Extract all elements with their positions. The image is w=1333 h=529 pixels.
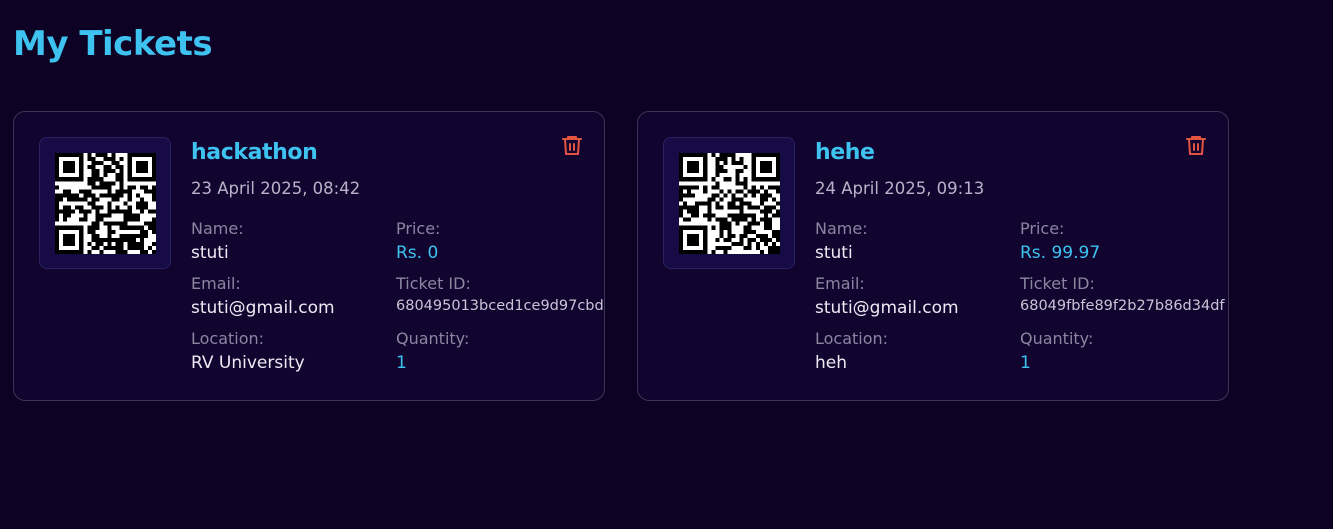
- ticket-id-label: Ticket ID:: [1020, 274, 1095, 293]
- ticket-id-label: Ticket ID:: [396, 274, 471, 293]
- qr-code-icon: [39, 137, 171, 269]
- email-value: stuti@gmail.com: [815, 298, 959, 318]
- ticket-id-value: 68049fbfe89f2b27b86d34df: [1020, 298, 1225, 314]
- ticket-card: hackathon 23 April 2025, 08:42 Name: stu…: [13, 111, 605, 401]
- price-label: Price:: [396, 219, 441, 238]
- trash-icon: [562, 136, 582, 155]
- event-date: 24 April 2025, 09:13: [815, 179, 985, 198]
- event-name: hackathon: [191, 140, 318, 165]
- name-value: stuti: [815, 243, 853, 263]
- quantity-label: Quantity:: [1020, 329, 1094, 348]
- trash-icon: [1186, 136, 1206, 155]
- qr-code-icon: [663, 137, 795, 269]
- location-value: RV University: [191, 353, 305, 373]
- price-value: Rs. 0: [396, 243, 439, 263]
- quantity-value: 1: [1020, 353, 1031, 373]
- email-label: Email:: [815, 274, 865, 293]
- price-value: Rs. 99.97: [1020, 243, 1101, 263]
- page-title: My Tickets: [13, 24, 213, 64]
- delete-ticket-button[interactable]: [1184, 133, 1208, 157]
- event-date: 23 April 2025, 08:42: [191, 179, 361, 198]
- location-value: heh: [815, 353, 848, 373]
- email-label: Email:: [191, 274, 241, 293]
- location-label: Location:: [191, 329, 265, 348]
- event-name: hehe: [815, 140, 875, 165]
- name-label: Name:: [815, 219, 868, 238]
- ticket-id-value: 680495013bced1ce9d97cbd6: [396, 298, 605, 314]
- quantity-label: Quantity:: [396, 329, 470, 348]
- ticket-card: hehe 24 April 2025, 09:13 Name: stuti Pr…: [637, 111, 1229, 401]
- email-value: stuti@gmail.com: [191, 298, 335, 318]
- price-label: Price:: [1020, 219, 1065, 238]
- location-label: Location:: [815, 329, 889, 348]
- delete-ticket-button[interactable]: [560, 133, 584, 157]
- quantity-value: 1: [396, 353, 407, 373]
- name-value: stuti: [191, 243, 229, 263]
- name-label: Name:: [191, 219, 244, 238]
